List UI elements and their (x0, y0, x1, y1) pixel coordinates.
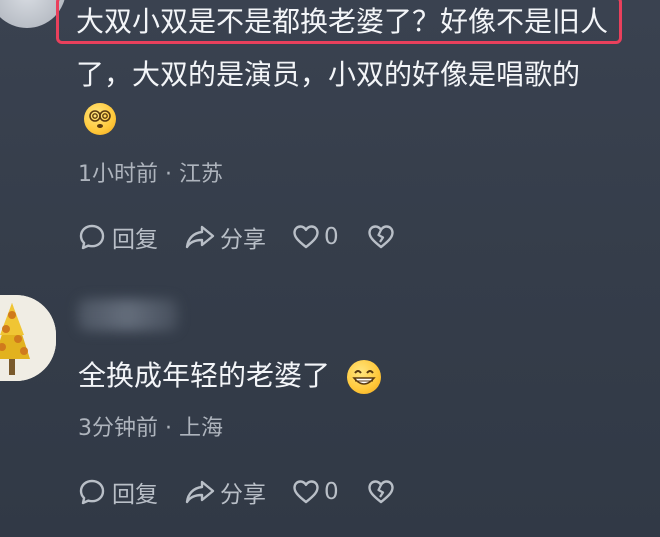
share-button[interactable]: 分享 (184, 475, 266, 509)
reply-button[interactable]: 回复 (78, 220, 158, 254)
username-blurred[interactable] (78, 299, 178, 331)
timestamp: 3分钟前 (78, 416, 158, 441)
broken-heart-icon (367, 224, 395, 250)
reply-label: 回复 (112, 482, 158, 508)
location: 江苏 (179, 162, 224, 187)
grinning-emoji (346, 360, 381, 394)
dizzy-eyes-emoji (84, 103, 116, 135)
like-count: 0 (324, 224, 339, 250)
share-label: 分享 (220, 482, 266, 508)
heart-icon (292, 224, 320, 250)
dislike-button[interactable] (367, 224, 395, 250)
like-button[interactable]: 0 (292, 479, 339, 505)
share-label: 分享 (220, 227, 266, 253)
share-arrow-icon (184, 478, 216, 506)
timestamp: 1小时前 (78, 162, 158, 187)
meta-separator: · (165, 416, 179, 441)
comment-text: 全换成年轻的老婆了 (78, 359, 331, 392)
comment-meta: 1小时前 · 江苏 (78, 156, 223, 188)
avatar[interactable] (0, 295, 56, 381)
share-button[interactable]: 分享 (184, 220, 266, 254)
comment-meta: 3分钟前 · 上海 (78, 410, 223, 442)
comment-bubble-icon (78, 223, 106, 251)
like-count: 0 (324, 479, 339, 505)
dislike-button[interactable] (367, 479, 395, 505)
comment-actions: 回复 分享 0 (78, 220, 395, 254)
location: 上海 (179, 416, 224, 441)
reply-button[interactable]: 回复 (78, 475, 158, 509)
comment2-text: 全换成年轻的老婆了 (78, 358, 381, 394)
comment-text-line1: 大双小双是不是都换老婆了？好像不是旧人 (76, 5, 609, 38)
comment-bubble-icon (78, 478, 106, 506)
reply-label: 回复 (112, 227, 158, 253)
like-button[interactable]: 0 (292, 224, 339, 250)
comment-text-line2: 了，大双的是演员，小双的好像是唱歌的 (76, 58, 581, 91)
share-arrow-icon (184, 223, 216, 251)
heart-icon (292, 479, 320, 505)
comment-actions: 回复 分享 0 (78, 475, 395, 509)
meta-separator: · (165, 162, 179, 187)
broken-heart-icon (367, 479, 395, 505)
